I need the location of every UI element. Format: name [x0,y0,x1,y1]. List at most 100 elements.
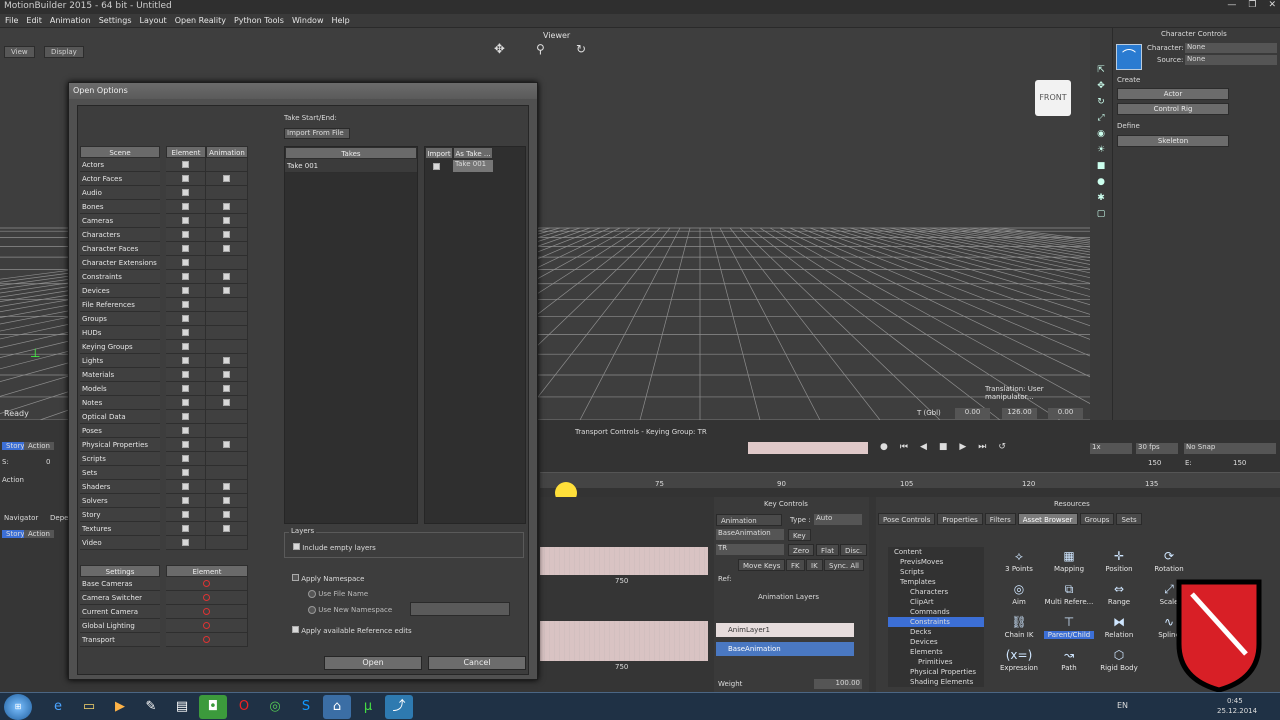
menu-edit[interactable]: Edit [26,16,42,25]
element-checkbox[interactable] [166,200,206,214]
menu-window[interactable]: Window [292,16,324,25]
tree-item[interactable]: Primitives [888,657,984,667]
utorrent-icon[interactable]: μ [354,695,382,719]
weight-field[interactable]: 100.00 [814,679,862,689]
element-checkbox[interactable] [166,396,206,410]
asset-item[interactable]: ✛ Position [1094,549,1144,582]
animation-checkbox[interactable] [206,256,248,270]
tree-item-selected[interactable]: Constraints [888,617,984,627]
animation-checkbox[interactable] [206,284,248,298]
fcurve-area-1[interactable] [540,547,708,575]
motionbuilder-icon[interactable]: ⤴ [385,695,413,719]
element-checkbox[interactable] [166,158,206,172]
asset-item[interactable]: ⬡ Rigid Body [1094,648,1144,681]
snap-select[interactable]: No Snap [1184,443,1276,454]
element-checkbox[interactable] [166,410,206,424]
tree-item[interactable]: Physical Properties [888,667,984,677]
element-checkbox[interactable] [166,522,206,536]
asset-item[interactable]: ◎ Aim [994,582,1044,615]
anim-layer-1[interactable]: AnimLayer1 [716,623,854,637]
move-tool-icon[interactable]: ✥ [494,42,505,57]
key-button[interactable]: Key [788,529,811,541]
animation-checkbox[interactable] [206,536,248,550]
element-checkbox[interactable] [166,270,206,284]
fcurve-area-2[interactable] [540,621,708,661]
animation-checkbox[interactable] [206,382,248,396]
element-checkbox[interactable] [166,312,206,326]
app-icon[interactable]: ✎ [137,695,165,719]
namespace-input[interactable] [410,602,510,616]
tab-properties[interactable]: Properties [937,513,983,525]
start-button-icon[interactable]: ⊞ [4,694,32,720]
navigator-tab[interactable]: Navigator [4,514,38,522]
clock-time[interactable]: 0:45 [1227,697,1243,705]
display-button[interactable]: Display [44,46,84,58]
chrome-icon[interactable]: ◎ [261,695,289,719]
asset-item[interactable]: ⧓ Relation [1094,615,1144,648]
asset-item[interactable]: ⊤ Parent/Child [1044,615,1094,648]
element-checkbox[interactable] [166,452,206,466]
tree-item[interactable]: Characters [888,587,984,597]
include-empty-layers-checkbox[interactable]: Include empty layers [293,543,376,552]
tree-item[interactable]: Decks [888,627,984,637]
animation-checkbox[interactable] [206,242,248,256]
rotate-icon[interactable]: ↻ [1095,97,1107,108]
ie-icon[interactable]: e [44,695,72,719]
menu-layout[interactable]: Layout [140,16,167,25]
character-select[interactable]: None [1185,43,1277,53]
animation-checkbox[interactable] [206,522,248,536]
asset-item[interactable]: ▦ Mapping [1044,549,1094,582]
tab-groups[interactable]: Groups [1079,513,1115,525]
menu-file[interactable]: File [5,16,18,25]
animation-checkbox[interactable] [206,228,248,242]
tree-item[interactable]: Scripts [888,567,984,577]
element-checkbox[interactable] [166,214,206,228]
media-icon[interactable]: ▶ [106,695,134,719]
fk-button[interactable]: FK [786,559,805,571]
folder-icon[interactable]: ▤ [168,695,196,719]
maximize-button[interactable]: ❐ [1248,0,1256,10]
animation-checkbox[interactable] [206,410,248,424]
settings-element-toggle[interactable] [166,591,248,605]
cancel-button[interactable]: Cancel [428,656,526,670]
sphere-icon[interactable]: ● [1095,177,1107,188]
tab-filters[interactable]: Filters [984,513,1016,525]
tree-item[interactable]: Content [888,547,984,557]
element-checkbox[interactable] [166,438,206,452]
animation-checkbox[interactable] [206,438,248,452]
take-row[interactable]: Take 001 [285,159,417,173]
animation-checkbox[interactable] [206,172,248,186]
view-button[interactable]: View [4,46,35,58]
animation-checkbox[interactable] [206,396,248,410]
tab-asset-browser[interactable]: Asset Browser [1017,513,1078,525]
opera-icon[interactable]: O [230,695,258,719]
start-frame[interactable]: 150 [1148,459,1161,467]
frame-icon[interactable]: ▢ [1095,209,1107,220]
skype-icon[interactable]: S [292,695,320,719]
tab-sets[interactable]: Sets [1116,513,1142,525]
use-new-namespace-radio[interactable]: Use New Namespace [308,606,392,614]
move-keys-button[interactable]: Move Keys [738,559,786,571]
fps-select[interactable]: 30 fps [1136,443,1178,454]
layer-select[interactable]: BaseAnimation [716,529,784,540]
import-checkbox[interactable] [433,163,440,172]
tree-item[interactable]: ClipArt [888,597,984,607]
scale-icon[interactable]: ⤢ [1095,113,1107,124]
animation-checkbox[interactable] [206,270,248,284]
base-animation-layer[interactable]: BaseAnimation [716,642,854,656]
menu-help[interactable]: Help [331,16,349,25]
use-file-name-radio[interactable]: Use File Name [308,590,368,598]
speed-select[interactable]: 1x [1090,443,1132,454]
element-checkbox[interactable] [166,368,206,382]
sync-all-button[interactable]: Sync. All [824,559,864,571]
element-checkbox[interactable] [166,480,206,494]
orbit-tool-icon[interactable]: ↻ [576,42,586,56]
apply-reference-edits-checkbox[interactable]: Apply available Reference edits [292,626,412,635]
keying-group-select[interactable]: TR [716,544,784,555]
ik-button[interactable]: IK [806,559,823,571]
language-indicator[interactable]: EN [1117,701,1128,710]
element-checkbox[interactable] [166,242,206,256]
asset-item[interactable]: ⛓ Chain IK [994,615,1044,648]
animation-checkbox[interactable] [206,312,248,326]
element-checkbox[interactable] [166,326,206,340]
